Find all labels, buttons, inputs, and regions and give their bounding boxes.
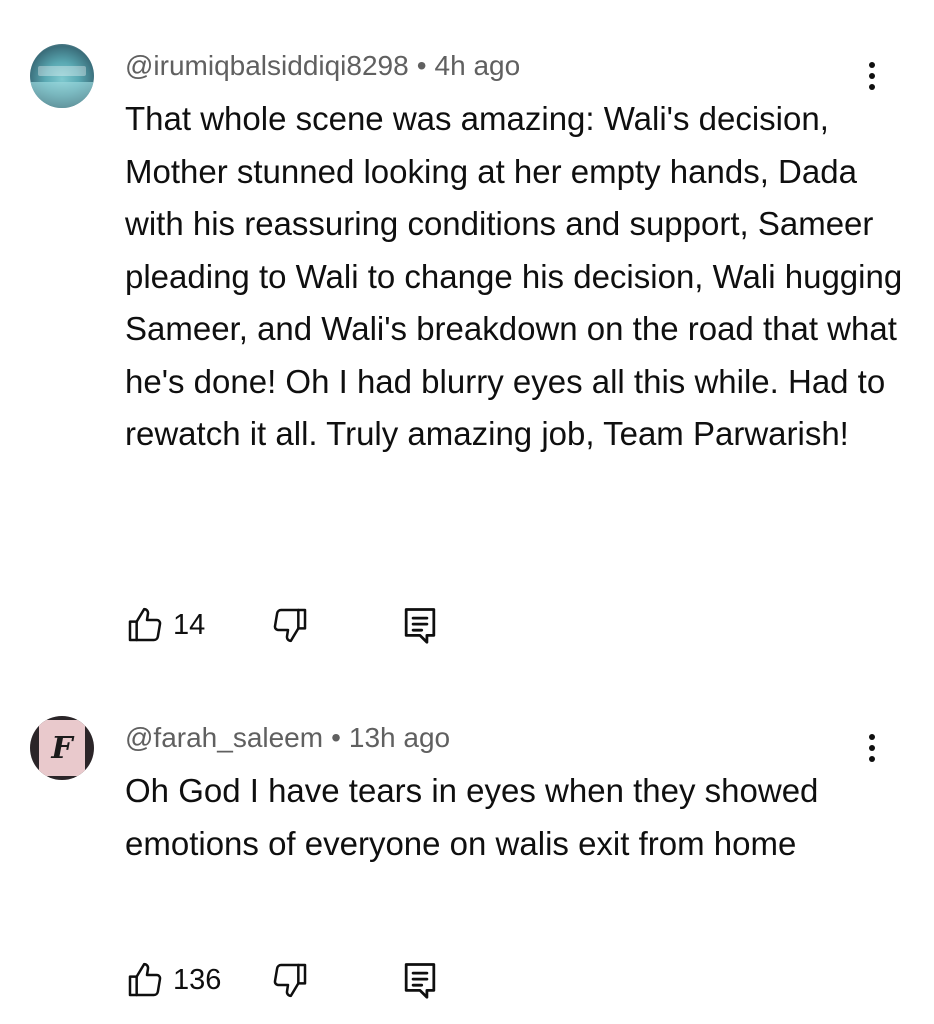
thumbs-up-icon [128,962,162,997]
avatar-image-detail [38,66,86,76]
reply-button[interactable] [401,603,439,647]
like-button[interactable]: 136 [125,958,221,1002]
comment-author-handle[interactable]: @irumiqbalsiddiqi8298 [125,50,409,81]
reply-button[interactable] [401,958,439,1002]
thumbs-down-icon [273,963,307,998]
comment-author-handle[interactable]: @farah_saleem [125,722,323,753]
comment-timestamp[interactable]: 13h ago [349,722,450,753]
comment-meta: @farah_saleem • 13h ago [125,722,450,754]
like-button[interactable]: 14 [125,603,205,647]
thumbs-up-icon [128,607,162,642]
avatar-logo: F [39,720,85,776]
thumbs-down-icon [273,608,307,643]
avatar[interactable] [30,44,94,108]
comment-item: @irumiqbalsiddiqi8298 • 4h ago That whole … [0,0,934,680]
avatar[interactable]: F [30,716,94,780]
meta-separator: • [331,722,341,753]
reply-comment-icon [404,608,436,644]
like-count: 14 [173,608,206,641]
dislike-button[interactable] [269,603,311,647]
comment-timestamp[interactable]: 4h ago [435,50,521,81]
avatar-image-detail [30,82,94,108]
reply-comment-icon [404,963,436,999]
meta-separator: • [416,50,427,81]
like-count: 136 [173,963,222,996]
comment-item: F @farah_saleem • 13h ago Oh God I have te… [0,680,934,1024]
comment-text: That whole scene was amazing: Wali's dec… [125,100,903,452]
dislike-button[interactable] [269,958,311,1002]
comment-meta: @irumiqbalsiddiqi8298 • 4h ago [125,50,520,82]
comment-text: Oh God I have tears in eyes when they sh… [125,772,819,862]
